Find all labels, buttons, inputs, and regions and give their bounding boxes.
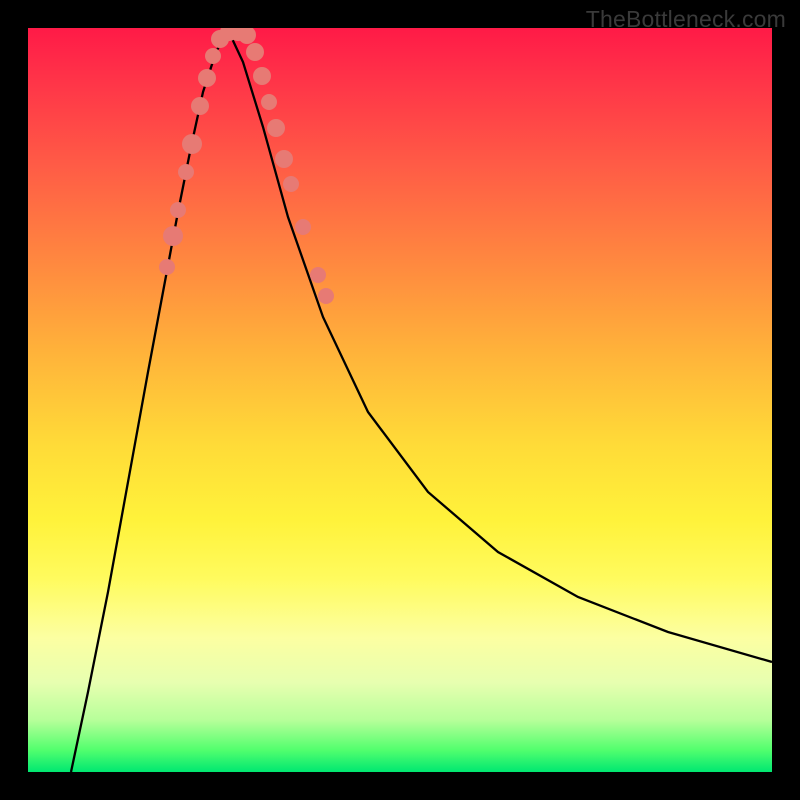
chart-frame: TheBottleneck.com xyxy=(0,0,800,800)
data-marker xyxy=(318,288,334,304)
data-marker xyxy=(191,97,209,115)
data-marker xyxy=(178,164,194,180)
marker-layer xyxy=(159,28,334,304)
data-marker xyxy=(246,43,264,61)
data-marker xyxy=(267,119,285,137)
data-marker xyxy=(261,94,277,110)
data-marker xyxy=(310,267,326,283)
data-marker xyxy=(238,28,256,44)
data-marker xyxy=(182,134,202,154)
data-marker xyxy=(205,48,221,64)
curve-right xyxy=(228,30,772,662)
data-marker xyxy=(295,219,311,235)
data-marker xyxy=(283,176,299,192)
data-marker xyxy=(198,69,216,87)
data-marker xyxy=(163,226,183,246)
curve-left xyxy=(71,30,228,772)
plot-area xyxy=(28,28,772,772)
data-marker xyxy=(253,67,271,85)
data-marker xyxy=(275,150,293,168)
data-marker xyxy=(159,259,175,275)
curve-layer xyxy=(28,28,772,772)
data-marker xyxy=(170,202,186,218)
